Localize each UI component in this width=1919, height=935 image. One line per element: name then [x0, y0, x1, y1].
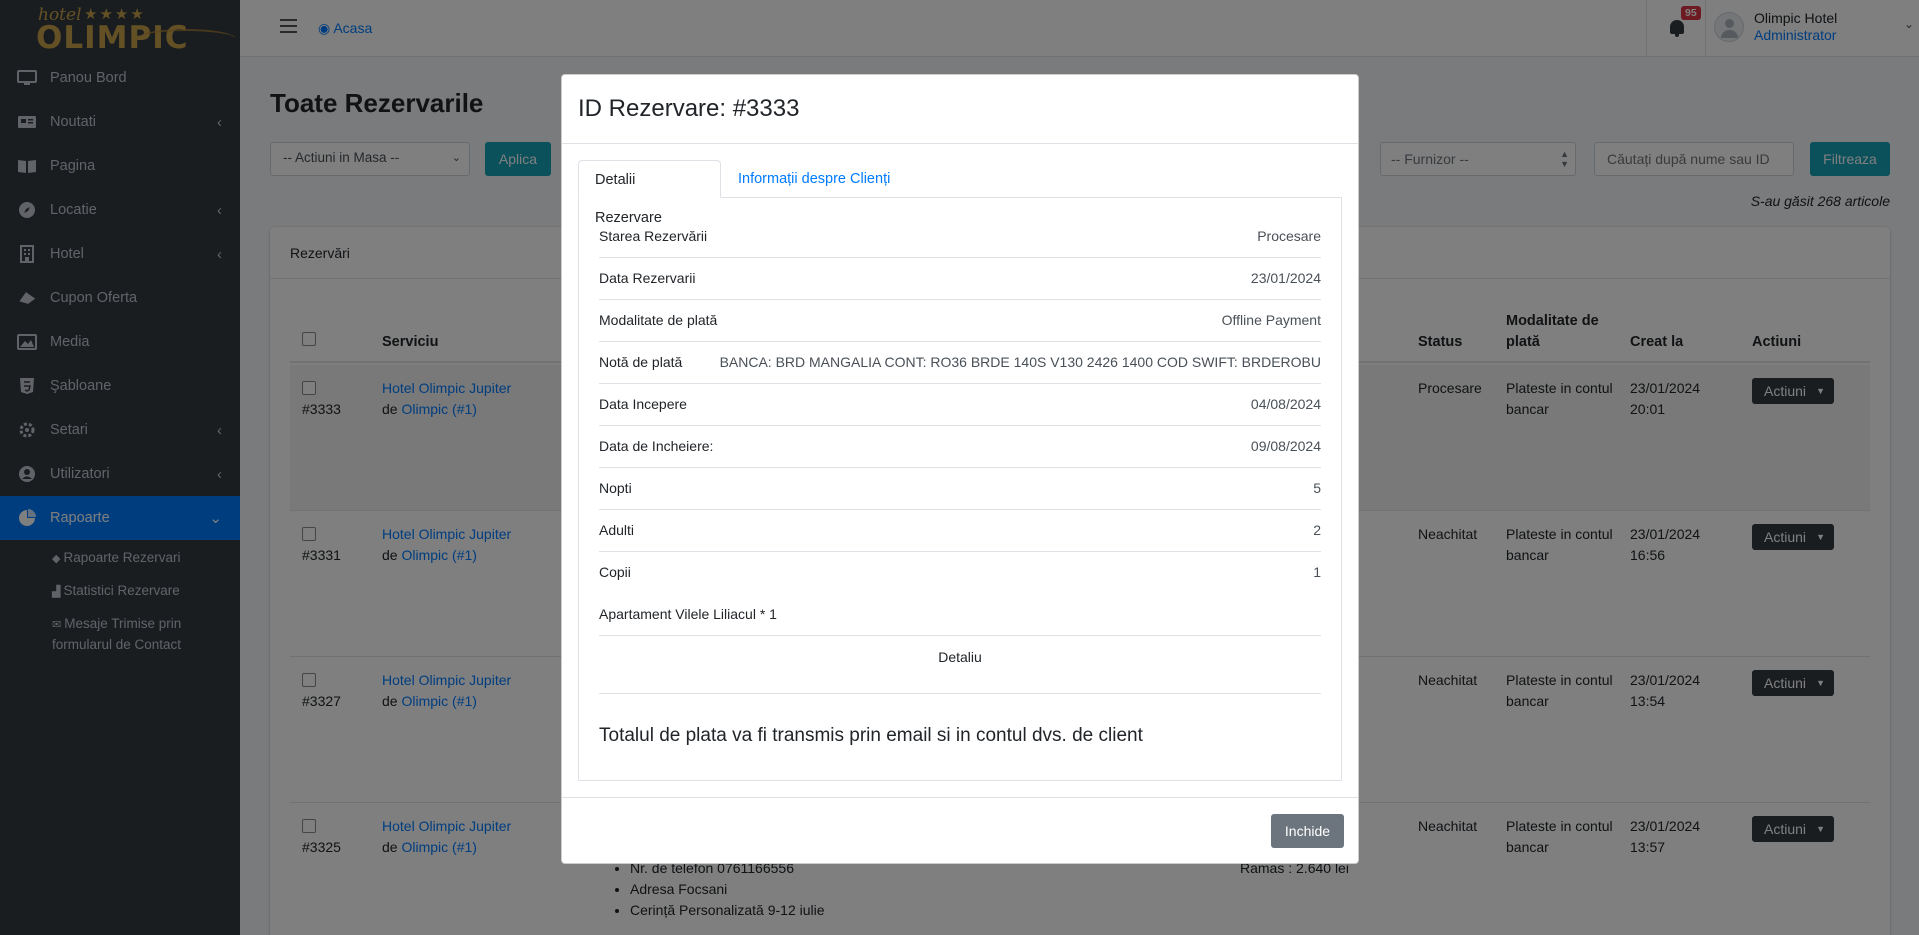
detail-row-payment-note: Notă de plată BANCA: BRD MANGALIA CONT: R… — [599, 342, 1321, 384]
modal-tabs: Detalii Rezervare Informații despre Clie… — [578, 160, 1342, 226]
detail-value: 23/01/2024 — [1250, 270, 1321, 286]
detail-row-end-date: Data de Incheiere: 09/08/2024 — [599, 426, 1321, 468]
detail-value: BANCA: BRD MANGALIA CONT: RO36 BRDE 140S… — [719, 354, 1321, 370]
detail-row-nights: Nopti 5 — [599, 468, 1321, 510]
details-list: Starea Rezervării Procesare Data Rezervar… — [599, 216, 1321, 694]
detail-value: 5 — [1313, 480, 1321, 496]
detail-value: 2 — [1313, 522, 1321, 538]
detail-label: Notă de plată — [599, 354, 683, 370]
detail-value: Procesare — [1257, 228, 1321, 244]
tab-pane-details: Starea Rezervării Procesare Data Rezervar… — [578, 198, 1342, 781]
detail-value: 1 — [1313, 564, 1321, 580]
detail-value: 09/08/2024 — [1250, 438, 1321, 454]
tab-client-info[interactable]: Informații despre Clienți — [722, 160, 906, 198]
detail-row-payment-method: Modalitate de plată Offline Payment — [599, 300, 1321, 342]
detail-row-status: Starea Rezervării Procesare — [599, 216, 1321, 258]
detail-label: Nopti — [599, 480, 632, 496]
close-button[interactable]: Inchide — [1271, 814, 1344, 848]
detail-row-booking-date: Data Rezervarii 23/01/2024 — [599, 258, 1321, 300]
detail-row-start-date: Data Incepere 04/08/2024 — [599, 384, 1321, 426]
detail-button[interactable]: Detaliu — [599, 636, 1321, 694]
divider — [562, 143, 1358, 144]
booking-details-modal: ID Rezervare: #3333 Detalii Rezervare In… — [561, 74, 1359, 864]
detail-label: Copii — [599, 564, 631, 580]
divider — [562, 797, 1358, 798]
detail-row-adults: Adulti 2 — [599, 510, 1321, 552]
detail-label: Data Incepere — [599, 396, 687, 412]
tab-booking-details[interactable]: Detalii Rezervare — [578, 160, 721, 226]
detail-row-room: Apartament Vilele Liliacul * 1 — [599, 594, 1321, 636]
detail-label: Modalitate de plată — [599, 312, 718, 328]
detail-label: Data Rezervarii — [599, 270, 696, 286]
detail-value: 04/08/2024 — [1250, 396, 1321, 412]
detail-label: Starea Rezervării — [599, 228, 708, 244]
total-payment-note: Totalul de plata va fi transmis prin ema… — [599, 725, 1143, 746]
detail-label: Apartament Vilele Liliacul * 1 — [599, 606, 777, 622]
detail-row-children: Copii 1 — [599, 552, 1321, 594]
modal-title: ID Rezervare: #3333 — [578, 95, 800, 122]
detail-label: Adulti — [599, 522, 635, 538]
detail-value: Offline Payment — [1221, 312, 1321, 328]
detail-label: Data de Incheiere: — [599, 438, 714, 454]
